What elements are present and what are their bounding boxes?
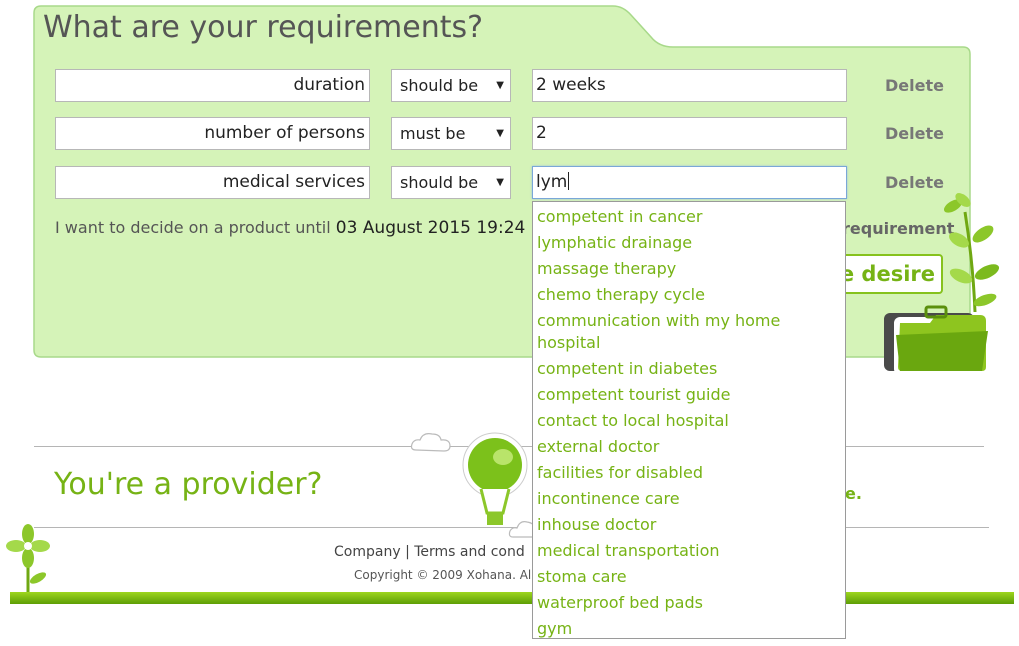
autocomplete-option[interactable]: facilities for disabled [537,460,841,486]
autocomplete-option[interactable]: competent tourist guide [537,382,841,408]
autocomplete-option[interactable]: inhouse doctor [537,512,841,538]
requirement-name-field[interactable]: duration [55,69,370,102]
operator-label: should be [400,76,479,95]
delete-button[interactable]: Delete [885,124,944,143]
text-caret [568,172,570,190]
autocomplete-dropdown[interactable]: competent in cancer lymphatic drainage m… [532,201,846,639]
decide-deadline: I want to decide on a product until 03 A… [55,218,525,238]
autocomplete-option[interactable]: contact to local hospital [537,408,841,434]
operator-label: must be [400,124,466,143]
delete-button[interactable]: Delete [885,173,944,192]
requirement-value-field[interactable]: 2 weeks [532,69,847,102]
requirement-name-field[interactable]: medical services [55,166,370,199]
requirement-name-field[interactable]: number of persons [55,117,370,150]
flower-icon [6,524,50,596]
autocomplete-option[interactable]: incontinence care [537,486,841,512]
terms-link[interactable]: Terms and cond [414,544,525,560]
leaf-sprig-icon [943,193,1000,313]
autocomplete-option[interactable]: waterproof bed pads [537,590,841,616]
decide-date[interactable]: 03 August 2015 19:24 [336,218,526,238]
folder-icon [884,305,990,375]
provider-link-text[interactable]: e. [845,484,862,503]
company-link[interactable]: Company [334,544,401,560]
cloud-icon [410,433,451,452]
copyright-text: Copyright © 2009 Xohana. Al [354,568,532,582]
operator-label: should be [400,173,479,192]
footer-separator: | [405,544,410,560]
autocomplete-option[interactable]: lymphatic drainage [537,230,841,256]
autocomplete-option[interactable]: massage therapy [537,256,841,282]
autocomplete-option[interactable]: medical transportation [537,538,841,564]
autocomplete-option[interactable]: competent in diabetes [537,356,841,382]
operator-select[interactable]: should be ▼ [391,69,511,102]
requirement-value-field-active[interactable]: lym [532,166,847,199]
autocomplete-option[interactable]: stoma care [537,564,841,590]
operator-select[interactable]: should be ▼ [391,166,511,199]
autocomplete-option[interactable]: gym [537,616,841,642]
autocomplete-option[interactable]: communication with my home hospital [537,308,841,356]
decide-label: I want to decide on a product until [55,218,331,237]
footer-links: Company | Terms and cond [334,544,525,560]
delete-button[interactable]: Delete [885,76,944,95]
operator-select[interactable]: must be ▼ [391,117,511,150]
autocomplete-option[interactable]: competent in cancer [537,204,841,230]
autocomplete-option[interactable]: external doctor [537,434,841,460]
dropdown-arrow-icon: ▼ [496,177,504,188]
requirement-value-field[interactable]: 2 [532,117,847,150]
typed-text: lym [536,172,568,192]
provider-heading: You're a provider? [54,467,323,502]
dropdown-arrow-icon: ▼ [496,128,504,139]
page-title: What are your requirements? [43,10,484,45]
dropdown-arrow-icon: ▼ [496,80,504,91]
autocomplete-option[interactable]: chemo therapy cycle [537,282,841,308]
grass-ground [10,592,1014,604]
